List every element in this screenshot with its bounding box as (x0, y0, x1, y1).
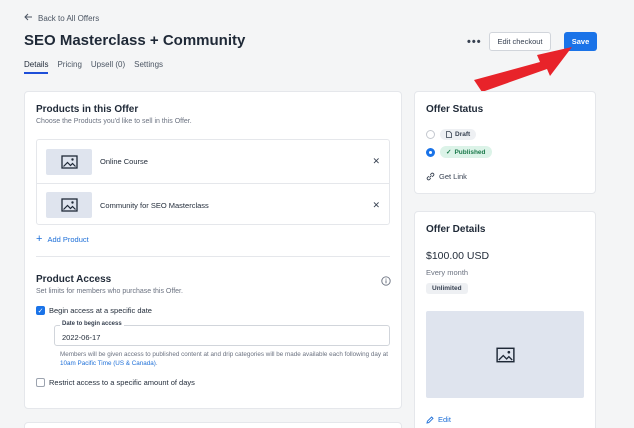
begin-date-label: Date to begin access (60, 321, 124, 327)
restrict-access-label: Restrict access to a specific amount of … (49, 378, 195, 387)
add-product-button[interactable]: + Add Product (36, 233, 89, 245)
add-product-label: Add Product (47, 234, 89, 244)
check-icon: ✓ (446, 149, 452, 156)
draft-badge: Draft (440, 129, 477, 140)
draft-label: Draft (455, 131, 471, 138)
begin-date-field[interactable]: Date to begin access 2022-06-17 (54, 321, 390, 346)
product-name: Online Course (100, 157, 148, 166)
page-title: SEO Masterclass + Community (24, 32, 246, 49)
product-list: Online Course ✕ Community for SEO Master… (36, 139, 390, 225)
tab-details[interactable]: Details (24, 60, 49, 74)
back-link[interactable]: Back to All Offers (24, 13, 99, 23)
edit-offer-button[interactable]: Edit (426, 415, 451, 424)
annotation-arrow-icon (474, 47, 572, 92)
back-link-label: Back to All Offers (38, 13, 100, 23)
begin-date-value: 2022-06-17 (62, 333, 101, 342)
details-title: Offer Details (426, 224, 486, 235)
image-placeholder-icon (46, 192, 92, 218)
published-label: Published (454, 148, 486, 156)
next-card (24, 422, 402, 428)
published-badge: ✓ Published (440, 146, 492, 158)
product-name: Community for SEO Masterclass (100, 200, 209, 210)
tab-settings[interactable]: Settings (134, 60, 163, 74)
products-subtitle: Choose the Products you'd like to sell i… (36, 118, 192, 125)
plus-icon: + (36, 233, 43, 245)
edit-offer-label: Edit (438, 415, 451, 424)
checkmark-icon: ✓ (36, 306, 45, 315)
tab-pricing[interactable]: Pricing (57, 60, 81, 74)
image-placeholder-icon (46, 148, 92, 175)
image-placeholder-icon (495, 347, 515, 362)
begin-access-checkbox[interactable]: ✓ Begin access at a specific date (36, 306, 152, 315)
list-item: Community for SEO Masterclass ✕ (37, 183, 389, 226)
access-note: Members will be given access to publishe… (60, 350, 390, 368)
status-option-draft[interactable]: Draft (426, 129, 477, 140)
products-title: Products in this Offer (36, 104, 139, 115)
access-subtitle: Set limits for members who purchase this… (36, 288, 183, 295)
divider (36, 256, 390, 257)
access-note-end: . (155, 360, 158, 367)
timezone-link[interactable]: 10am Pacific Time (US & Canada) (60, 360, 156, 367)
begin-access-label: Begin access at a specific date (49, 306, 152, 315)
remove-product-icon[interactable]: ✕ (372, 200, 380, 211)
status-option-published[interactable]: ✓ Published (426, 146, 492, 158)
tab-bar: Details Pricing Upsell (0) Settings (24, 60, 163, 74)
restrict-access-checkbox[interactable]: Restrict access to a specific amount of … (36, 378, 195, 387)
document-icon (446, 131, 452, 138)
access-title: Product Access (36, 274, 112, 285)
list-item: Online Course ✕ (37, 140, 389, 183)
access-note-text: Members will be given access to publishe… (60, 351, 388, 358)
offer-price: $100.00 USD (426, 250, 490, 262)
radio-icon (426, 130, 435, 139)
get-link-label: Get Link (439, 172, 467, 181)
get-link-button[interactable]: Get Link (426, 172, 467, 181)
info-icon[interactable] (381, 273, 391, 291)
radio-selected-icon (426, 147, 435, 157)
status-badge: Unlimited (426, 283, 468, 294)
pencil-icon (426, 415, 434, 424)
offer-period: Every month (426, 268, 469, 277)
status-title: Offer Status (426, 104, 484, 115)
checkbox-box-icon (36, 378, 45, 387)
link-icon (426, 172, 435, 181)
tab-upsell[interactable]: Upsell (0) (91, 60, 125, 74)
offer-image[interactable] (426, 311, 584, 398)
remove-product-icon[interactable]: ✕ (372, 156, 380, 167)
arrow-left-icon (24, 13, 33, 23)
